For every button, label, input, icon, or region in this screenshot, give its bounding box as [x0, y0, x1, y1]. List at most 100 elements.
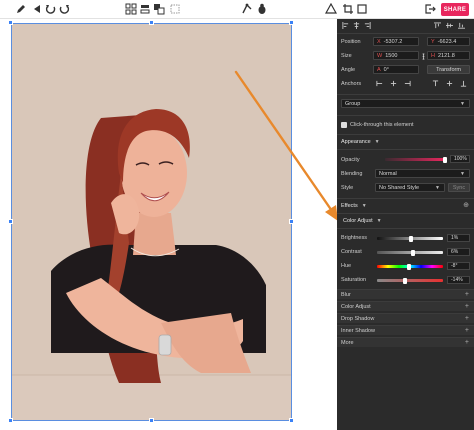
export-icon[interactable]	[423, 2, 437, 16]
opacity-value: 100%	[454, 156, 467, 162]
chevron-down-icon: ▼	[460, 100, 465, 107]
anchor-center-h-icon[interactable]	[389, 79, 397, 87]
align-bottom-icon[interactable]	[457, 21, 465, 29]
effects-section-title[interactable]: Effects ▼	[341, 203, 367, 209]
square-icon[interactable]	[355, 2, 369, 16]
shared-style-select[interactable]: No Shared Style ▼	[375, 183, 445, 192]
style-value: No Shared Style	[379, 184, 420, 191]
align-left-icon[interactable]	[341, 21, 349, 29]
add-icon[interactable]: +	[465, 339, 469, 346]
inspector-panel: Position X -5307.2 Y -6623.4 Size W 1500…	[337, 19, 474, 430]
effect-item-label: Blur	[341, 292, 351, 298]
size-height-field[interactable]: H 2121.8	[427, 51, 470, 60]
resize-handle-bottom[interactable]	[149, 418, 154, 423]
size-width-field[interactable]: W 1500	[373, 51, 419, 60]
resize-handle-bottom-left[interactable]	[8, 418, 13, 423]
crop-icon[interactable]	[341, 2, 355, 16]
position-x-field[interactable]: X -5307.2	[373, 37, 419, 46]
node-icon[interactable]	[240, 2, 254, 16]
add-effect-icon[interactable]: ⊕	[463, 202, 469, 209]
chevron-down-icon: ▼	[435, 184, 440, 191]
angle-field[interactable]: A 0°	[373, 65, 419, 74]
bug-icon[interactable]	[255, 2, 269, 16]
align-icon[interactable]	[168, 2, 182, 16]
saturation-slider[interactable]	[377, 277, 443, 284]
blending-label: Blending	[341, 171, 363, 177]
resize-handle-bottom-right[interactable]	[289, 418, 294, 423]
align-middle-icon[interactable]	[445, 21, 453, 29]
align-top-icon[interactable]	[433, 21, 441, 29]
redo-icon[interactable]	[57, 2, 71, 16]
position-y-value: -6623.4	[437, 38, 457, 45]
resize-handle-top[interactable]	[149, 20, 154, 25]
align-right-icon[interactable]	[363, 21, 371, 29]
effect-item-blur[interactable]: Blur +	[337, 289, 474, 299]
add-icon[interactable]: +	[465, 327, 469, 334]
back-icon[interactable]	[30, 2, 44, 16]
size-height-prefix: H	[431, 52, 435, 59]
hue-value-field[interactable]: -8°	[447, 262, 470, 270]
transform-button[interactable]: Transform	[427, 65, 470, 74]
divider	[337, 115, 474, 116]
saturation-value-field[interactable]: -14%	[447, 276, 470, 284]
size-width-prefix: W	[377, 52, 383, 59]
effect-item-drop-shadow[interactable]: Drop Shadow +	[337, 313, 474, 323]
opacity-slider[interactable]	[385, 156, 447, 163]
brightness-slider-knob[interactable]	[408, 235, 413, 242]
position-y-prefix: Y	[431, 38, 435, 45]
resize-handle-left[interactable]	[8, 219, 13, 224]
angle-label: Angle	[341, 67, 356, 73]
appearance-section-title[interactable]: Appearance ▼	[341, 139, 380, 145]
divider	[337, 149, 474, 150]
distribute-icon[interactable]	[138, 2, 152, 16]
share-button[interactable]: SHARE	[441, 3, 469, 16]
arrange-icon[interactable]	[152, 2, 166, 16]
add-icon[interactable]: +	[465, 315, 469, 322]
contrast-value-field[interactable]: 6%	[447, 248, 470, 256]
contrast-value: 6%	[451, 249, 459, 255]
brightness-slider[interactable]	[377, 235, 443, 242]
effect-item-color-adjust[interactable]: Color Adjust +	[337, 301, 474, 311]
size-height-value: 2121.8	[437, 52, 455, 59]
hue-slider[interactable]	[377, 263, 443, 270]
add-icon[interactable]: +	[465, 291, 469, 298]
anchor-bottom-icon[interactable]	[459, 79, 467, 87]
size-label: Size	[341, 53, 352, 59]
lock-ratio-icon[interactable]	[419, 52, 427, 60]
resize-handle-top-left[interactable]	[8, 20, 13, 25]
anchor-left-icon[interactable]	[375, 79, 383, 87]
click-through-checkbox[interactable]	[341, 122, 347, 128]
group-select[interactable]: Group ▼	[341, 99, 470, 108]
effect-item-label: Drop Shadow	[341, 316, 375, 322]
blending-select[interactable]: Normal ▼	[375, 169, 470, 178]
pen-icon[interactable]	[14, 2, 28, 16]
contrast-slider-knob[interactable]	[411, 249, 416, 256]
shapes-icon[interactable]	[324, 2, 338, 16]
brightness-value-field[interactable]: 1%	[447, 234, 470, 242]
undo-icon[interactable]	[44, 2, 58, 16]
add-icon[interactable]: +	[465, 303, 469, 310]
anchor-top-icon[interactable]	[431, 79, 439, 87]
position-label: Position	[341, 39, 361, 45]
effect-item-inner-shadow[interactable]: Inner Shadow +	[337, 325, 474, 335]
hue-slider-knob[interactable]	[406, 263, 411, 270]
color-adjust-title: Color Adjust	[343, 218, 373, 224]
opacity-value-field[interactable]: 100%	[450, 155, 470, 163]
effect-item-more[interactable]: More +	[337, 337, 474, 347]
anchors-label: Anchors	[341, 81, 362, 87]
color-adjust-section-title[interactable]: Color Adjust ▼	[343, 218, 382, 224]
contrast-slider[interactable]	[377, 249, 443, 256]
top-toolbar: SHARE	[0, 0, 474, 19]
chevron-down-icon: ▼	[460, 170, 465, 177]
effects-title: Effects	[341, 203, 358, 209]
position-y-field[interactable]: Y -6623.4	[427, 37, 470, 46]
align-center-icon[interactable]	[352, 21, 360, 29]
sync-button[interactable]: Sync	[448, 183, 470, 192]
divider	[337, 198, 474, 199]
anchor-right-icon[interactable]	[403, 79, 411, 87]
grid-icon[interactable]	[124, 2, 138, 16]
anchor-center-v-icon[interactable]	[445, 79, 453, 87]
opacity-slider-knob[interactable]	[443, 156, 447, 163]
saturation-slider-knob[interactable]	[403, 277, 408, 284]
resize-handle-top-right[interactable]	[289, 20, 294, 25]
